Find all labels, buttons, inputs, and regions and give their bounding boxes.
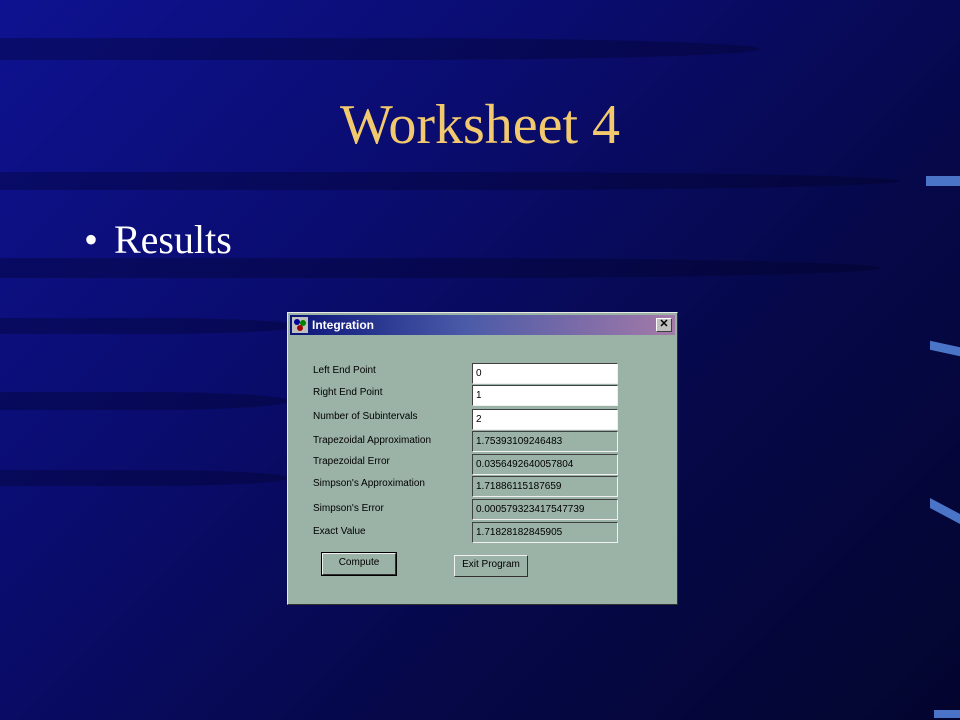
left-end-point-label: Left End Point: [313, 365, 376, 376]
exact-value-label: Exact Value: [313, 526, 366, 537]
slide-title: Worksheet 4: [339, 94, 621, 156]
right-end-point-label: Right End Point: [313, 387, 383, 398]
background-swoosh: [0, 392, 290, 410]
dialog-titlebar[interactable]: Integration ✕: [290, 315, 675, 335]
bullet-point: •: [84, 217, 99, 262]
background-swoosh: [0, 172, 900, 190]
integration-app-icon: [292, 317, 308, 333]
subintervals-input[interactable]: 2: [472, 409, 618, 430]
background-swoosh: [0, 470, 290, 486]
exit-program-button[interactable]: Exit Program: [454, 555, 528, 577]
left-end-point-input[interactable]: 0: [472, 363, 618, 384]
right-end-point-input[interactable]: 1: [472, 385, 618, 406]
trapezoidal-error-label: Trapezoidal Error: [313, 456, 390, 467]
simpsons-approximation-label: Simpson's Approximation: [313, 478, 425, 489]
exact-value-output: 1.71828182845905: [472, 522, 618, 543]
trapezoidal-error-output: 0.0356492640057804: [472, 454, 618, 475]
bullet-item: • Results: [84, 216, 232, 264]
background-swoosh: [0, 318, 300, 334]
trapezoidal-approximation-output: 1.75393109246483: [472, 431, 618, 452]
integration-dialog: Integration ✕ Left End Point 0 Right End…: [287, 312, 678, 605]
compute-button[interactable]: Compute: [321, 552, 397, 576]
simpsons-error-label: Simpson's Error: [313, 503, 384, 514]
bullet-text: Results: [114, 217, 232, 262]
trapezoidal-approximation-label: Trapezoidal Approximation: [313, 435, 432, 446]
dialog-title: Integration: [312, 318, 374, 332]
simpsons-approximation-output: 1.71886115187659: [472, 476, 618, 497]
subintervals-label: Number of Subintervals: [313, 411, 418, 422]
side-mark: [930, 340, 960, 357]
close-button[interactable]: ✕: [656, 318, 672, 332]
background-swoosh: [0, 38, 760, 60]
simpsons-error-output: 0.000579323417547739: [472, 499, 618, 520]
close-icon: ✕: [659, 318, 669, 330]
side-mark: [934, 710, 960, 718]
side-mark: [926, 176, 960, 186]
side-mark: [930, 498, 960, 524]
